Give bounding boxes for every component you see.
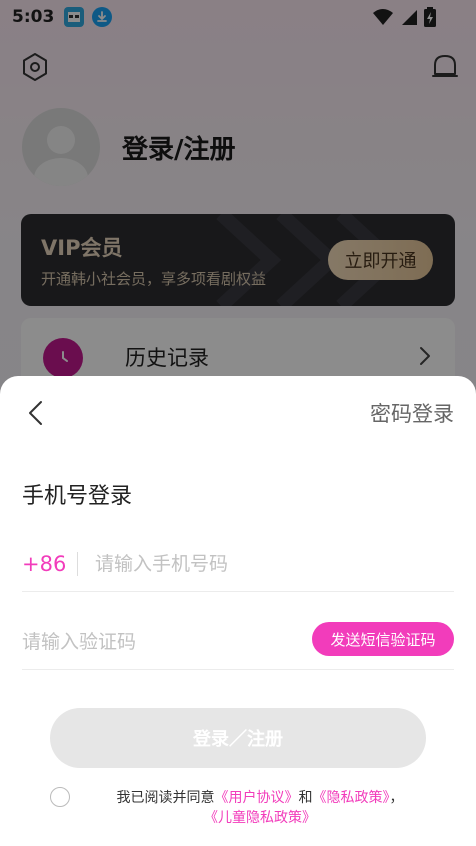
- child-privacy-policy-link[interactable]: 《儿童隐私政策》: [204, 810, 316, 826]
- agreement-text: 我已阅读并同意《用户协议》和《隐私政策》， 《儿童隐私政策》: [90, 788, 430, 828]
- agreement-checkbox[interactable]: [50, 787, 70, 807]
- phone-field-row: +86: [22, 536, 454, 592]
- sheet-heading: 手机号登录: [22, 484, 133, 509]
- phone-input[interactable]: [95, 552, 454, 575]
- send-sms-code-button[interactable]: 发送短信验证码: [312, 622, 454, 656]
- agreement-comma: ，: [389, 790, 404, 806]
- back-arrow-icon[interactable]: [22, 398, 52, 428]
- agreement-prefix: 我已阅读并同意: [116, 790, 215, 806]
- privacy-policy-link[interactable]: 《隐私政策》: [313, 790, 390, 806]
- login-sheet: 密码登录 手机号登录 +86 发送短信验证码 登录／注册 我已阅读并同意《用户协…: [0, 376, 476, 846]
- agreement-and: 和: [298, 790, 313, 806]
- user-agreement-link[interactable]: 《用户协议》: [215, 790, 299, 806]
- field-divider: [77, 551, 78, 576]
- login-register-button[interactable]: 登录／注册: [50, 708, 426, 768]
- verification-code-input[interactable]: [22, 630, 282, 653]
- password-login-link[interactable]: 密码登录: [370, 398, 454, 428]
- code-field-row: 发送短信验证码: [22, 614, 454, 670]
- country-code[interactable]: +86: [22, 552, 77, 576]
